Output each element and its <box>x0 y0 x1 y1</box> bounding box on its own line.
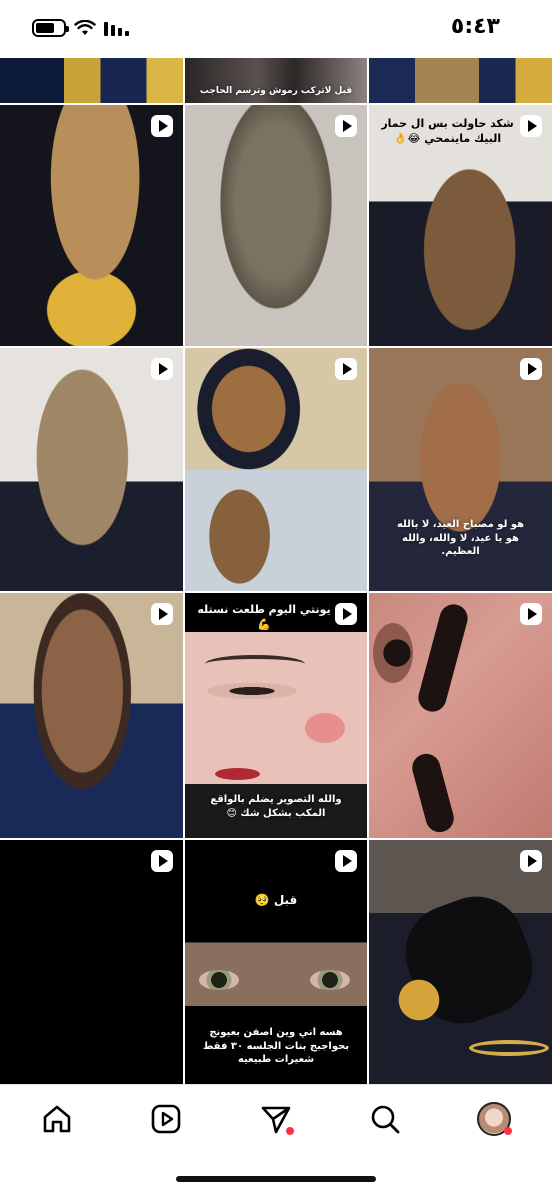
nav-reels[interactable] <box>146 1099 186 1139</box>
reel-play-icon <box>151 115 173 137</box>
grid-tile-9[interactable] <box>369 593 552 838</box>
grid-tile-2[interactable] <box>185 105 367 346</box>
reels-grid: قبل لاتركب رموش وترسم الحاجب شكد حاولت ب… <box>0 58 552 1084</box>
notification-dot <box>504 1127 512 1135</box>
search-icon <box>371 1105 400 1134</box>
status-time: ٥:٤٣ <box>450 14 500 39</box>
reel-play-icon <box>520 850 542 872</box>
nav-search[interactable] <box>365 1099 405 1139</box>
grid-tile-7[interactable] <box>0 593 183 838</box>
reel-play-icon <box>151 358 173 380</box>
nav-profile[interactable] <box>474 1099 514 1139</box>
grid-tile-3[interactable]: شكد حاولت بس ال حمار البيك ماينمحي 😂👌 <box>369 105 552 346</box>
grid-tile-top-2[interactable]: قبل لاتركب رموش وترسم الحاجب <box>185 58 367 103</box>
nav-home[interactable] <box>37 1099 77 1139</box>
tile-caption: هسه اني وين اصفن بعيونج بحواجبج بنات الج… <box>202 1027 350 1065</box>
tile-caption: شكد حاولت بس ال حمار البيك ماينمحي 😂👌 <box>381 117 514 145</box>
grid-tile-10[interactable] <box>0 840 183 1084</box>
reels-icon <box>151 1104 181 1134</box>
grid-tile-5[interactable] <box>185 348 367 591</box>
reel-play-icon <box>335 358 357 380</box>
reel-play-icon <box>151 850 173 872</box>
grid-tile-11[interactable]: قبل 🥺 هسه اني وين اصفن بعيونج بحواجبج بن… <box>185 840 367 1084</box>
battery-icon <box>32 19 69 37</box>
tile-caption: والله التصوير يضلم بالواقع المكب بشكل شك… <box>210 794 342 819</box>
reel-play-icon <box>520 115 542 137</box>
signal-icon <box>104 22 129 36</box>
home-indicator <box>176 1176 376 1182</box>
grid-tile-top-1[interactable] <box>0 58 183 103</box>
grid-tile-top-3[interactable] <box>369 58 552 103</box>
grid-tile-4[interactable] <box>0 348 183 591</box>
reel-play-icon <box>335 115 357 137</box>
grid-tile-1[interactable] <box>0 105 183 346</box>
grid-tile-6[interactable]: هو لو مصباح العيد، لا بالله هو يا عيد، ل… <box>369 348 552 591</box>
status-icons <box>32 19 130 37</box>
reel-play-icon <box>335 603 357 625</box>
grid-tile-12[interactable] <box>369 840 552 1084</box>
reel-play-icon <box>335 850 357 872</box>
nav-direct[interactable] <box>256 1099 296 1139</box>
tile-caption: يونتي اليوم طلعت نستله 💪 <box>197 603 331 631</box>
reel-play-icon <box>520 603 542 625</box>
grid-tile-8[interactable]: يونتي اليوم طلعت نستله 💪 والله التصوير ي… <box>185 593 367 838</box>
tile-caption: هو لو مصباح العيد، لا بالله هو يا عيد، ل… <box>396 519 525 557</box>
tile-caption: قبل لاتركب رموش وترسم الحاجب <box>199 85 353 96</box>
reel-play-icon <box>520 358 542 380</box>
status-bar: ٥:٤٣ <box>0 0 552 58</box>
reel-play-icon <box>151 603 173 625</box>
tile-caption: قبل 🥺 <box>254 893 298 907</box>
notification-dot <box>286 1127 294 1135</box>
wifi-icon <box>74 20 96 35</box>
home-icon <box>43 1105 71 1133</box>
